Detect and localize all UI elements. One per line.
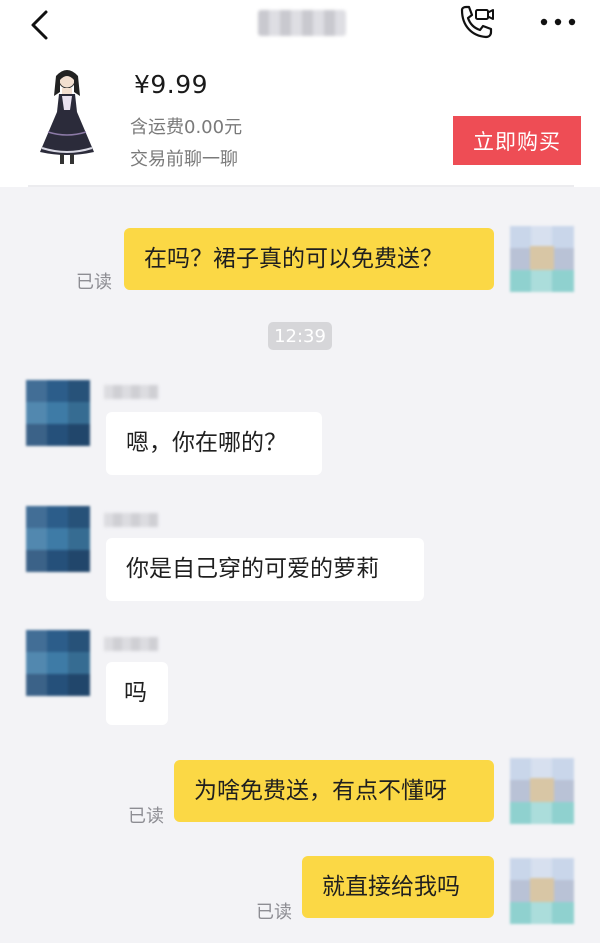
chat-screen: ¥9.99 含运费0.00元 交易前聊一聊 立即购买 已读 在吗？裙子真的可以免… <box>0 0 600 943</box>
message-bubble-outgoing[interactable]: 为啥免费送，有点不懂呀 <box>174 760 494 822</box>
my-avatar[interactable] <box>510 858 574 924</box>
message-bubble-outgoing[interactable]: 就直接给我吗 <box>302 856 494 918</box>
sender-name-redacted <box>104 513 158 527</box>
top-nav-bar <box>0 0 600 52</box>
read-status: 已读 <box>128 806 164 827</box>
seller-avatar[interactable] <box>26 380 90 446</box>
product-card[interactable]: ¥9.99 含运费0.00元 交易前聊一聊 立即购买 <box>0 52 600 187</box>
seller-avatar[interactable] <box>26 506 90 572</box>
product-price: ¥9.99 <box>134 70 209 99</box>
my-avatar[interactable] <box>510 758 574 824</box>
sender-name-redacted <box>104 637 158 651</box>
message-bubble-incoming[interactable]: 吗 <box>106 662 168 725</box>
chevron-left-icon[interactable] <box>26 8 54 42</box>
phone-video-icon[interactable] <box>456 4 496 42</box>
sender-name-redacted <box>104 385 158 399</box>
card-divider <box>28 185 574 187</box>
contact-name-redacted <box>258 10 346 36</box>
chat-before-purchase-hint: 交易前聊一聊 <box>130 149 238 170</box>
message-bubble-incoming[interactable]: 嗯，你在哪的？ <box>106 412 322 475</box>
my-avatar[interactable] <box>510 226 574 292</box>
read-status: 已读 <box>76 272 112 293</box>
time-divider: 12:39 <box>268 322 332 350</box>
shipping-info: 含运费0.00元 <box>130 117 243 138</box>
message-bubble-incoming[interactable]: 你是自己穿的可爱的萝莉 <box>106 538 424 601</box>
buy-now-button[interactable]: 立即购买 <box>453 116 581 165</box>
seller-avatar[interactable] <box>26 630 90 696</box>
product-image[interactable] <box>34 66 100 168</box>
read-status: 已读 <box>256 902 292 923</box>
message-bubble-outgoing[interactable]: 在吗？裙子真的可以免费送？ <box>124 228 494 290</box>
more-icon[interactable] <box>538 8 578 36</box>
